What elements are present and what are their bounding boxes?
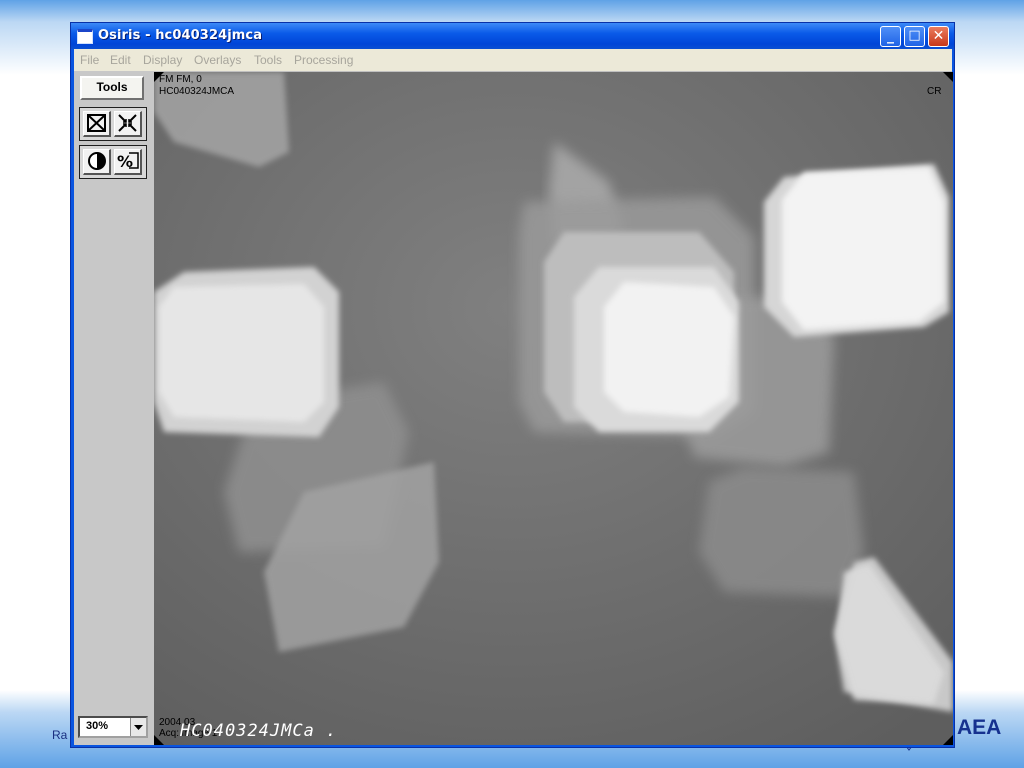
menu-bar: File Edit Display Overlays Tools Process… [74,49,952,71]
overlay-top-left-line1: FM FM, 0 [159,74,202,85]
overlay-top-left-line2: HC040324JMCA [159,86,235,97]
client-area: Tools % 30% FM FM, 0 HC040324JMCA CR 200… [74,71,953,745]
contrast-button[interactable] [83,149,111,175]
contrast-icon [88,152,106,170]
slide-footer-text: Ra [52,728,68,742]
zoom-shrink-button[interactable] [114,111,142,137]
radiograph-image [154,72,953,745]
zoom-button-group [79,107,147,141]
menu-processing[interactable]: Processing [294,53,353,67]
handwritten-label: HC040324JMCa . [180,721,338,741]
window-title: Osiris - hc040324jmca [98,28,263,43]
percent-button[interactable]: % [114,149,142,175]
app-window-icon[interactable] [77,29,93,44]
image-viewer[interactable]: FM FM, 0 HC040324JMCA CR 2004.03 Acq: im… [154,72,953,745]
display-button-group: % [79,145,147,179]
zoom-shrink-icon [118,114,137,132]
zoom-value: 30% [86,720,109,732]
menu-tools[interactable]: Tools [254,53,282,67]
menu-display[interactable]: Display [143,53,182,67]
menu-overlays[interactable]: Overlays [194,53,241,67]
minimize-button[interactable]: _ [880,26,901,47]
tool-panel: Tools % 30% [74,71,154,745]
fit-to-window-icon [87,114,106,132]
slide-logo: AEA [957,716,1002,739]
fit-to-window-button[interactable] [83,111,111,137]
zoom-select[interactable]: 30% [78,716,148,738]
tools-button[interactable]: Tools [80,76,144,100]
menu-file[interactable]: File [80,53,99,67]
maximize-button[interactable]: □ [904,26,925,47]
chevron-down-icon [134,725,143,730]
osiris-window: Osiris - hc040324jmca _ □ ✕ File Edit Di… [70,22,955,748]
menu-edit[interactable]: Edit [110,53,131,67]
title-bar[interactable]: Osiris - hc040324jmca _ □ ✕ [71,23,954,49]
close-button[interactable]: ✕ [928,26,949,47]
overlay-top-right: CR [927,86,942,97]
zoom-dropdown-button[interactable] [130,718,146,736]
percent-icon: % [117,152,139,171]
